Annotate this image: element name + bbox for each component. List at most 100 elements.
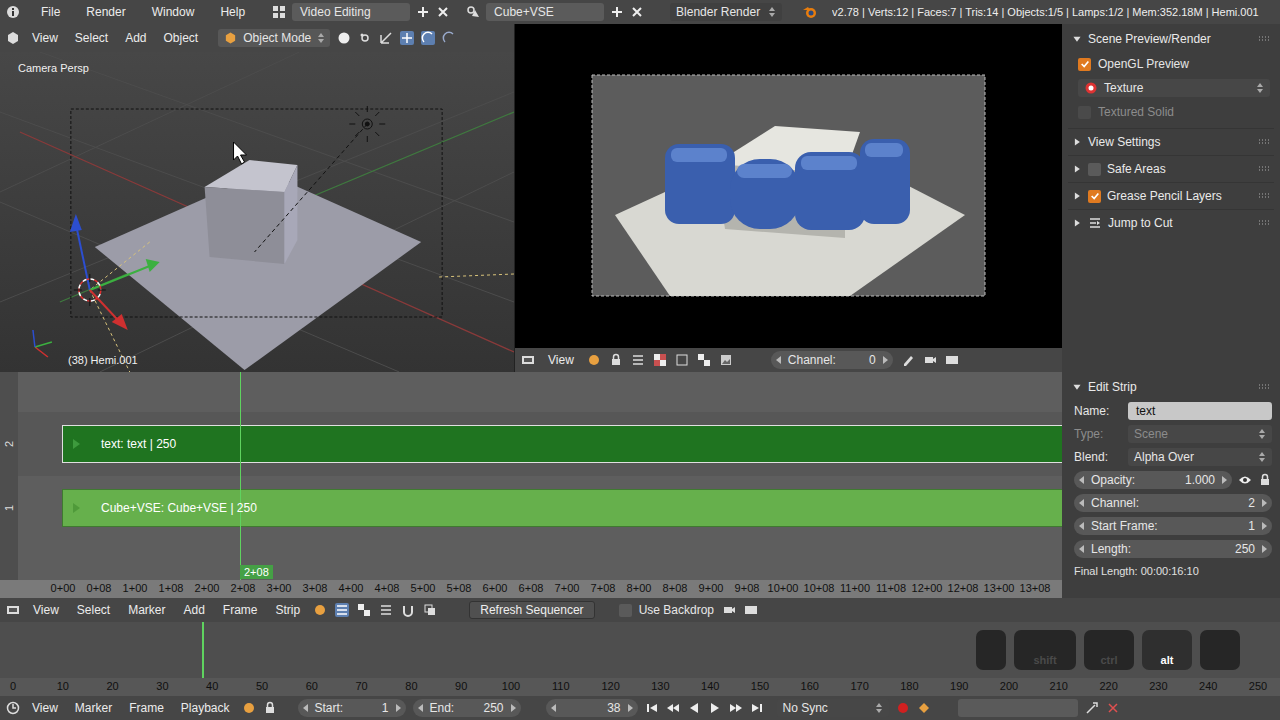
frame-icon[interactable] xyxy=(313,603,327,617)
menu-item[interactable]: Marker xyxy=(70,701,117,715)
subpanel-header[interactable]: View Settings xyxy=(1068,128,1274,155)
snap-icon[interactable] xyxy=(401,603,415,617)
subpanel-header[interactable]: Safe Areas xyxy=(1068,155,1274,182)
timeline[interactable]: 0102030405060708090100110120130140150160… xyxy=(0,622,1280,696)
layout-selector[interactable]: Video Editing xyxy=(292,3,410,21)
info-editor-icon[interactable] xyxy=(6,5,20,19)
number-field[interactable]: Opacity:1.000 xyxy=(1074,471,1232,489)
number-field[interactable]: Channel:2 xyxy=(1074,494,1272,512)
menu-item[interactable]: Add xyxy=(179,603,210,617)
menu-item[interactable]: Select xyxy=(72,603,115,617)
record-icon[interactable] xyxy=(896,701,910,715)
preview-view-icon[interactable] xyxy=(357,603,371,617)
strip-handle-icon[interactable] xyxy=(71,502,81,514)
translate-icon[interactable] xyxy=(400,31,414,45)
film-clip-icon[interactable] xyxy=(945,353,959,367)
grease-pencil-icon[interactable] xyxy=(901,353,915,367)
pivot-icon[interactable] xyxy=(358,31,372,45)
refresh-sequencer-button[interactable]: Refresh Sequencer xyxy=(469,601,594,619)
play-icon[interactable] xyxy=(708,701,722,715)
drag-grip-icon[interactable] xyxy=(1258,384,1270,390)
display-dropdown[interactable]: Texture xyxy=(1078,79,1270,97)
overlay-icon[interactable] xyxy=(675,353,689,367)
jump-end-icon[interactable] xyxy=(750,701,764,715)
number-field[interactable]: Start Frame:1 xyxy=(1074,517,1272,535)
drag-grip-icon[interactable] xyxy=(1258,220,1270,226)
decrement-arrow-icon[interactable] xyxy=(418,704,424,712)
sequencer-view-icon[interactable] xyxy=(335,603,349,617)
menu-item[interactable]: Select xyxy=(70,31,113,45)
prev-keyframe-icon[interactable] xyxy=(666,701,680,715)
keying-set-field[interactable] xyxy=(958,699,1078,717)
menu-item[interactable]: View xyxy=(543,353,579,367)
editor-type-film-icon[interactable] xyxy=(521,353,535,367)
checkbox[interactable] xyxy=(1088,190,1101,203)
plane-mesh[interactable] xyxy=(95,172,421,370)
insert-key-icon[interactable] xyxy=(1085,701,1099,715)
time-ruler[interactable]: 0+000+081+001+082+002+083+003+084+004+08… xyxy=(0,580,1062,598)
lock-icon[interactable] xyxy=(609,353,623,367)
camera-icon[interactable] xyxy=(923,353,937,367)
increment-arrow-icon[interactable] xyxy=(882,356,888,364)
frame-icon[interactable] xyxy=(242,701,256,715)
end-frame-field[interactable]: End:250 xyxy=(413,699,521,717)
copy-icon[interactable] xyxy=(423,603,437,617)
menu-item[interactable]: File xyxy=(36,5,65,19)
frame-icon[interactable] xyxy=(587,353,601,367)
menu-item[interactable]: View xyxy=(28,603,64,617)
drag-grip-icon[interactable] xyxy=(1258,193,1270,199)
menu-item[interactable]: Frame xyxy=(124,701,169,715)
property-dropdown[interactable]: Alpha Over xyxy=(1128,448,1272,466)
menu-item[interactable]: Marker xyxy=(123,603,170,617)
mode-dropdown[interactable]: Object Mode xyxy=(218,29,330,47)
checkbox-option[interactable]: OpenGL Preview xyxy=(1078,57,1189,71)
3d-canvas[interactable]: Camera Persp(38) Hemi.001 xyxy=(0,52,514,372)
increment-arrow-icon[interactable] xyxy=(510,704,516,712)
use-backdrop-checkbox[interactable]: Use Backdrop xyxy=(619,603,714,617)
split-view-icon[interactable] xyxy=(379,603,393,617)
start-frame-field[interactable]: Start:1 xyxy=(298,699,406,717)
rotate-icon[interactable] xyxy=(421,31,435,45)
checker-icon[interactable] xyxy=(697,353,711,367)
manipulator-icon[interactable] xyxy=(379,31,393,45)
menu-item[interactable]: View xyxy=(27,701,63,715)
3d-scene[interactable] xyxy=(0,52,514,372)
image-icon[interactable] xyxy=(719,353,733,367)
checkbox[interactable] xyxy=(1078,106,1091,119)
decrement-arrow-icon[interactable] xyxy=(1079,499,1085,507)
checkbox[interactable] xyxy=(1088,163,1101,176)
layout-grid-icon[interactable] xyxy=(272,5,286,19)
sync-dropdown[interactable]: No Sync xyxy=(777,699,889,717)
solid-shading-icon[interactable] xyxy=(337,31,351,45)
lock-icon[interactable] xyxy=(263,701,277,715)
subpanel-header[interactable]: Grease Pencil Layers xyxy=(1068,182,1274,209)
jump-start-icon[interactable] xyxy=(645,701,659,715)
current-frame-field[interactable]: 38 xyxy=(546,699,638,717)
name-text-field[interactable]: text xyxy=(1128,402,1272,420)
decrement-arrow-icon[interactable] xyxy=(1079,522,1085,530)
menu-item[interactable]: Add xyxy=(120,31,151,45)
editor-type-cube-icon[interactable] xyxy=(6,31,20,45)
scene-icon[interactable] xyxy=(466,5,480,19)
menu-item[interactable]: View xyxy=(27,31,63,45)
next-keyframe-icon[interactable] xyxy=(729,701,743,715)
increment-arrow-icon[interactable] xyxy=(1261,545,1267,553)
panel-header[interactable]: Scene Preview/Render xyxy=(1068,28,1274,50)
editor-type-film-icon[interactable] xyxy=(6,603,20,617)
decrement-arrow-icon[interactable] xyxy=(303,704,309,712)
number-field[interactable]: Length:250 xyxy=(1074,540,1272,558)
menu-item[interactable]: Strip xyxy=(271,603,306,617)
disclosure-triangle-icon[interactable] xyxy=(1072,164,1082,174)
add-plus-icon[interactable] xyxy=(416,5,430,19)
scene-strip[interactable]: Cube+VSE: Cube+VSE | 250 xyxy=(62,489,1062,527)
close-x-icon[interactable] xyxy=(630,5,644,19)
drag-grip-icon[interactable] xyxy=(1258,166,1270,172)
decrement-arrow-icon[interactable] xyxy=(1079,476,1085,484)
play-reverse-icon[interactable] xyxy=(687,701,701,715)
film-clip-icon[interactable] xyxy=(744,603,758,617)
camera-icon[interactable] xyxy=(722,603,736,617)
disclosure-triangle-icon[interactable] xyxy=(1072,191,1082,201)
increment-arrow-icon[interactable] xyxy=(1261,522,1267,530)
lock-icon[interactable] xyxy=(1258,473,1272,487)
panel-header[interactable]: Edit Strip xyxy=(1068,376,1274,398)
